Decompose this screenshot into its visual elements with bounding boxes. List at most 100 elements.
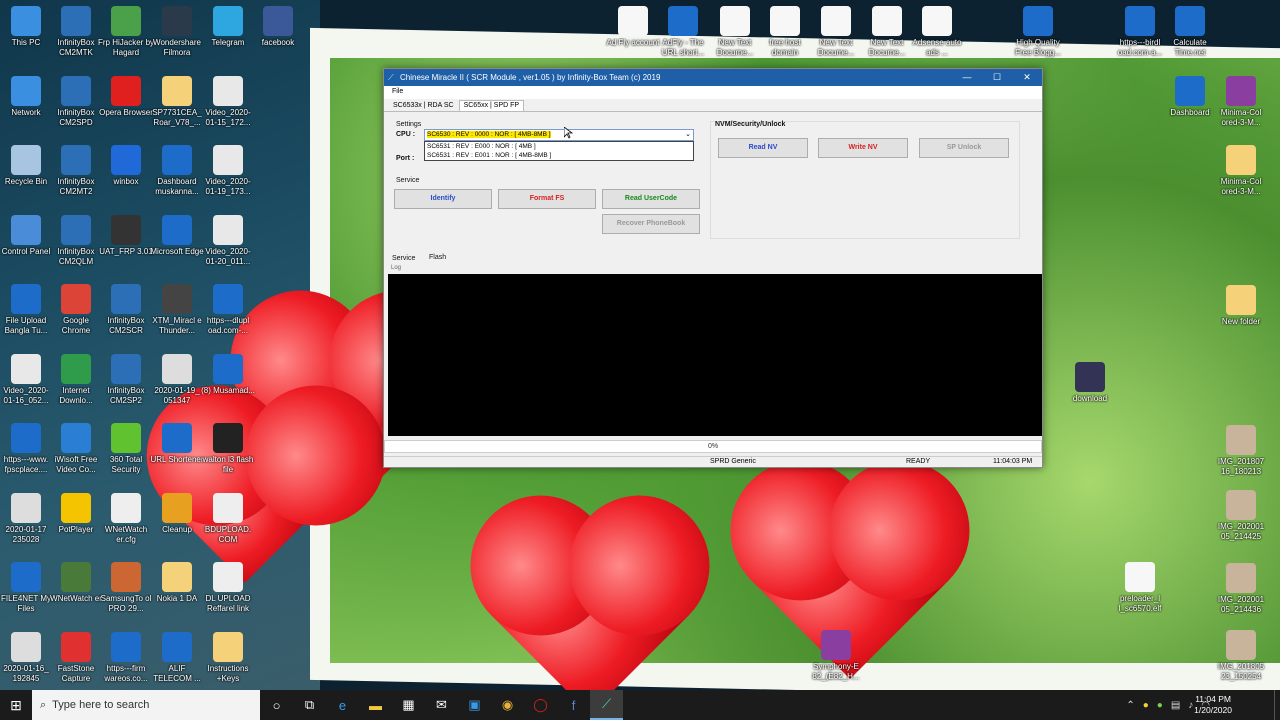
file-explorer-icon[interactable]: ▬ [359,690,392,720]
desktop-icon[interactable]: 2020-01-17 235028 [0,492,54,545]
identify-button[interactable]: Identify [394,189,492,209]
desktop-icon[interactable]: DL UPLOAD Reffarel link [200,562,256,614]
sp-unlock-button[interactable]: SP Unlock [919,138,1009,158]
write-nv-button[interactable]: Write NV [818,138,908,158]
desktop-icon[interactable]: download [1062,362,1118,414]
desktop-icon[interactable]: Video_2020-01-16_052... [0,353,54,406]
format-fs-button[interactable]: Format FS [498,189,596,209]
desktop-icon[interactable]: WNetWatch er [48,562,104,614]
chevron-up-icon[interactable]: ⌃ [1126,700,1134,711]
desktop-icon[interactable]: IMG_202001 05_214436 [1213,563,1269,615]
desktop-icon[interactable]: https---dlupl oad.com-... [200,284,256,336]
desktop-icon[interactable]: Frp HiJacker by Hagard [98,6,154,58]
desktop-icon[interactable]: High Quality Free Blogg... [1010,6,1066,58]
desktop-icon[interactable]: InfinityBox CM2SCR [98,284,154,336]
desktop-icon[interactable]: IMG_202001 05_214425 [1213,490,1269,542]
desktop-icon[interactable]: URL Shortener [149,423,205,475]
tray-app-icon[interactable]: ● [1157,700,1163,711]
desktop-icon[interactable]: Wondershare Filmora [149,6,205,58]
read-nv-button[interactable]: Read NV [718,138,808,158]
desktop-icon[interactable]: Cleanup [149,492,205,545]
cortana-icon[interactable]: ○ [260,690,293,720]
desktop-icon[interactable]: facebook [250,6,306,58]
desktop-icon[interactable]: Recycle Bin [0,145,54,197]
desktop-icon[interactable]: InfinityBox CM2MTK [48,6,104,58]
desktop-icon[interactable]: ALIF TELECOM ... [149,631,205,684]
desktop-icon[interactable]: 2020-01-19_ 051347 [149,353,205,406]
desktop-icon[interactable]: Dashboard muskanna... [149,145,205,197]
desktop-icon[interactable]: free host domain [757,6,813,58]
title-bar[interactable]: ⟋ Chinese Miracle II ( SCR Module , ver1… [384,69,1042,86]
desktop-icon[interactable]: https---birdl oad.com-a... [1112,6,1168,58]
log-output[interactable] [388,274,1042,436]
desktop-icon[interactable]: Video_2020-01-20_011... [200,214,256,267]
chevron-down-icon[interactable]: ⌄ [685,130,691,140]
desktop-icon[interactable]: winbox [98,145,154,197]
desktop-icon[interactable]: IMG_201805 23_150254 [1213,630,1269,682]
desktop-icon[interactable]: XTM_Miracl e Thunder... [149,284,205,336]
desktop-icon[interactable]: Microsoft Edge [149,214,205,267]
desktop-icon[interactable]: BDUPLOAD. COM [200,492,256,545]
desktop-icon[interactable]: Opera Browser [98,75,154,128]
network-icon[interactable]: ▤ [1171,700,1180,711]
desktop-icon[interactable]: Network [0,75,54,128]
desktop-icon[interactable]: Dashboard [1162,76,1218,128]
tab-service[interactable]: Service [392,255,415,262]
tab-sc65xx[interactable]: SC65xx | SPD FP [458,100,525,111]
store-icon[interactable]: ▦ [392,690,425,720]
desktop-icon[interactable]: InfinityBox CM2QLM [48,214,104,267]
desktop-icon[interactable]: New Text Docume... [859,6,915,58]
desktop-icon[interactable]: WNetWatch er.cfg [98,492,154,545]
chinese-miracle-icon[interactable]: ⟋ [590,690,623,720]
desktop-icon[interactable]: SamsungTo ol PRO 29... [98,562,154,614]
clock[interactable]: 11:04 PM 1/20/2020 [1194,694,1232,716]
tray-app-icon[interactable]: ● [1143,700,1149,711]
desktop-icon[interactable]: InfinityBox CM2SPD [48,75,104,128]
task-view-icon[interactable]: ⧉ [293,690,326,720]
maximize-icon[interactable]: ☐ [982,69,1012,86]
desktop-icon[interactable]: AdFly - The URL short... [655,6,711,58]
edge-icon[interactable]: e [326,690,359,720]
desktop-icon[interactable]: Calculate Time.net [1162,6,1218,58]
desktop-icon[interactable]: Video_2020-01-15_172... [200,75,256,128]
desktop-icon[interactable]: File Upload Bangla Tu... [0,284,54,336]
desktop-icon[interactable]: 2020-01-16_ 192845 [0,631,54,684]
desktop-icon[interactable]: This PC [0,6,54,58]
desktop-icon[interactable]: New Text Docume... [707,6,763,58]
facebook-icon[interactable]: f [557,690,590,720]
desktop-icon[interactable]: https---www. fpscplace.... [0,423,54,475]
desktop-icon[interactable]: 360 Total Security [98,423,154,475]
desktop-icon[interactable]: Minima-Col ored-3-M... [1213,145,1269,197]
desktop-icon[interactable]: FILE4NET My Files [0,562,54,614]
mail-icon[interactable]: ✉ [425,690,458,720]
desktop-icon[interactable]: https---firm wareos.co... [98,631,154,684]
desktop-icon[interactable]: PotPlayer [48,492,104,545]
desktop-icon[interactable]: Ad Fly account [605,6,661,58]
tab-flash[interactable]: Flash [429,254,446,261]
show-desktop-button[interactable] [1274,690,1280,720]
desktop-icon[interactable]: IMG_201807 16_180213 [1213,425,1269,477]
menu-file[interactable]: File [392,88,403,95]
opera-icon[interactable]: ◯ [524,690,557,720]
desktop-icon[interactable]: Internet Downlo... [48,353,104,406]
desktop-icon[interactable]: Instructions +Keys [200,631,256,684]
desktop-icon[interactable]: Video_2020-01-19_173... [200,145,256,197]
volume-icon[interactable]: ♪ [1188,700,1193,711]
app-icon[interactable]: ▣ [458,690,491,720]
search-box[interactable]: ⌕ Type here to search [32,690,260,720]
tab-sc6533x[interactable]: SC6533x | RDA SC [388,100,459,111]
desktop-icon[interactable]: InfinityBox CM2SP2 [98,353,154,406]
cpu-select[interactable]: SC6530 : REV : 0000 : NOR : [ 4MB-8MB ] … [424,129,694,141]
desktop-icon[interactable]: InfinityBox CM2MT2 [48,145,104,197]
cpu-option[interactable]: SC6531 : REV : E000 : NOR : [ 4MB ] [427,142,693,151]
desktop-icon[interactable]: New folder [1213,285,1269,337]
desktop-icon[interactable]: Control Panel [0,214,54,267]
chrome-icon[interactable]: ◉ [491,690,524,720]
cpu-option[interactable]: SC6531 : REV : E001 : NOR : [ 4MB-8MB ] [427,151,693,160]
desktop-icon[interactable]: preloader_l l_sc6570.elf [1112,562,1168,614]
recover-phonebook-button[interactable]: Recover PhoneBook [602,214,700,234]
desktop-icon[interactable]: Symphony-E 82_(E82_H... [808,630,864,682]
desktop-icon[interactable]: Minima-Col ored-3-M... [1213,76,1269,128]
desktop-icon[interactable]: (8) Musamad... [200,353,256,406]
minimize-icon[interactable]: — [952,69,982,86]
